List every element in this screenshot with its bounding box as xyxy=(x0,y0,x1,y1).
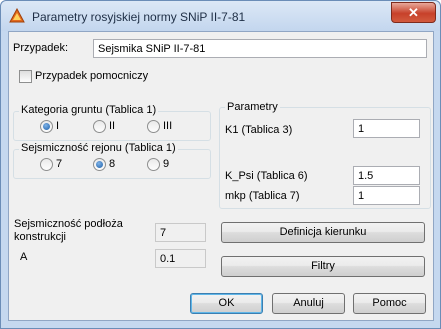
dialog-body: Przypadek: Sejsmika SNiP II-7-81 Przypad… xyxy=(8,31,434,321)
app-icon xyxy=(9,8,25,23)
soil-category-iii-radio[interactable] xyxy=(147,120,160,133)
case-name-field[interactable]: Sejsmika SNiP II-7-81 xyxy=(93,39,427,58)
dialog-window: Parametry rosyjskiej normy SNiP II-7-81 … xyxy=(0,0,441,329)
base-seismicity-field: 7 xyxy=(155,223,206,242)
a-field: 0.1 xyxy=(155,249,206,268)
base-seismicity-label: Sejsmiczność podłoża konstrukcji xyxy=(14,218,123,243)
seismicity-7-label: 7 xyxy=(56,158,63,170)
title-bar[interactable]: Parametry rosyjskiej normy SNiP II-7-81 … xyxy=(1,1,440,31)
mkp-label: mkp (Tablica 7) xyxy=(225,190,300,202)
seismicity-9-label: 9 xyxy=(163,158,170,170)
seismicity-8-label: 8 xyxy=(109,158,116,170)
kpsi-label: K_Psi (Tablica 6) xyxy=(225,170,308,182)
soil-category-i-label: I xyxy=(56,120,60,132)
auxiliary-case-checkbox[interactable] xyxy=(19,70,32,83)
soil-category-ii-label: II xyxy=(109,120,116,132)
seismicity-9-radio[interactable] xyxy=(147,158,160,171)
ok-button[interactable]: OK xyxy=(190,293,263,314)
seismicity-7-radio[interactable] xyxy=(40,158,53,171)
direction-definition-button[interactable]: Definicja kierunku xyxy=(221,222,425,243)
close-button[interactable]: ✕ xyxy=(391,2,436,23)
a-label: A xyxy=(20,251,28,263)
soil-category-iii-label: III xyxy=(163,120,173,132)
seismicity-8-radio[interactable] xyxy=(93,158,106,171)
seismicity-region-title: Sejsmiczność rejonu (Tablica 1) xyxy=(19,142,178,154)
soil-category-i-radio[interactable] xyxy=(40,120,53,133)
case-label: Przypadek: xyxy=(13,42,69,54)
window-title: Parametry rosyjskiej normy SNiP II-7-81 xyxy=(32,10,246,24)
k1-label: K1 (Tablica 3) xyxy=(225,124,293,136)
mkp-field[interactable]: 1 xyxy=(353,186,420,205)
k1-field[interactable]: 1 xyxy=(353,119,420,138)
soil-category-ii-radio[interactable] xyxy=(93,120,106,133)
cancel-button[interactable]: Anuluj xyxy=(272,293,345,314)
filters-button[interactable]: Filtry xyxy=(221,256,425,277)
soil-category-title: Kategoria gruntu (Tablica 1) xyxy=(19,104,159,116)
auxiliary-case-label: Przypadek pomocniczy xyxy=(35,70,149,82)
kpsi-field[interactable]: 1.5 xyxy=(353,166,420,185)
help-button[interactable]: Pomoc xyxy=(353,293,426,314)
parameters-title: Parametry xyxy=(225,101,280,113)
